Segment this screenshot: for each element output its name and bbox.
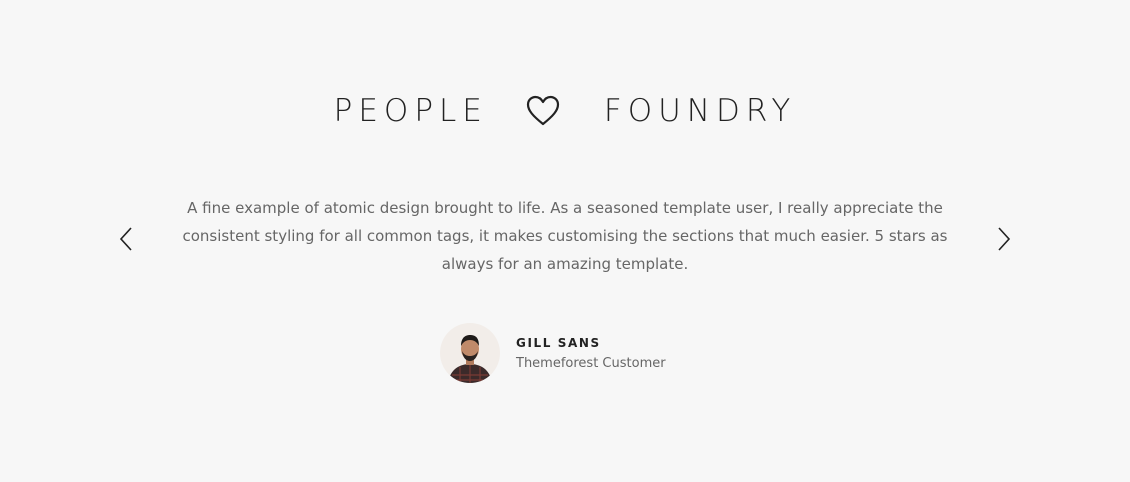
- chevron-right-icon: [998, 227, 1011, 251]
- heading-word-people: PEOPLE: [333, 93, 488, 129]
- section-heading: PEOPLE FOUNDRY: [0, 88, 1130, 134]
- author-details: GILL SANS Themeforest Customer: [516, 334, 666, 373]
- carousel-next-button[interactable]: [996, 226, 1012, 252]
- testimonial-quote: A fine example of atomic design brought …: [182, 199, 948, 273]
- heading-word-foundry: FOUNDRY: [603, 93, 797, 129]
- avatar: [440, 323, 500, 383]
- chevron-left-icon: [119, 227, 132, 251]
- avatar-photo: [440, 323, 500, 383]
- testimonial-author: GILL SANS Themeforest Customer: [440, 322, 666, 384]
- heart-icon: [526, 95, 560, 127]
- author-name: GILL SANS: [516, 335, 601, 350]
- carousel-prev-button[interactable]: [118, 226, 134, 252]
- author-role: Themeforest Customer: [516, 355, 666, 371]
